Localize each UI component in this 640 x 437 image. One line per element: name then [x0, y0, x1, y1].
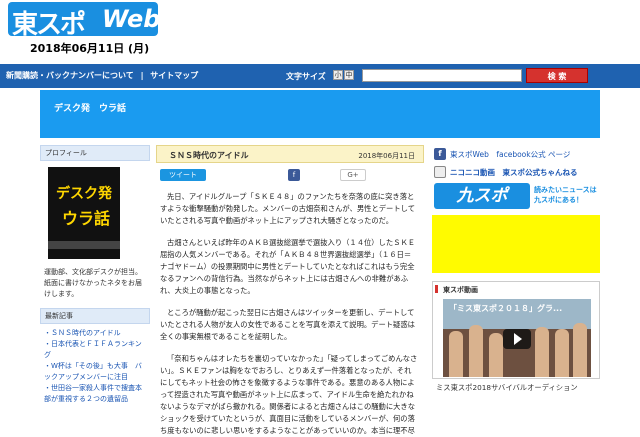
article-title: ＳＮＳ時代のアイドル	[169, 151, 249, 160]
promo-line2: ウラ話	[62, 209, 111, 228]
facebook-share-icon[interactable]: f	[288, 169, 300, 181]
kyuspo-tagline: 読みたいニュースは 九スポにある！	[534, 185, 597, 205]
profile-text: 運動部、文化部デスクが担当。紙面に書けなかったネタをお届けします。	[44, 268, 142, 298]
video-heading-label: 東スポ動画	[443, 286, 478, 294]
thumbnail-figure	[469, 325, 483, 377]
logo-text-jp: 東スポ	[12, 10, 86, 40]
thumbnail-figure	[489, 333, 503, 377]
recent-item[interactable]: ・世田谷一家殺人事件で捜査本部が重視する２つの遺留品	[44, 383, 146, 405]
section-banner: デスク発 ウラ話	[40, 90, 600, 138]
facebook-icon: f	[434, 148, 446, 160]
ad-banner[interactable]	[432, 215, 600, 273]
article-header: ＳＮＳ時代のアイドル 2018年06月11日	[156, 145, 424, 163]
font-size-medium-button[interactable]: 中	[344, 70, 354, 80]
recent-list: ・ＳＮＳ時代のアイドル ・日本代表とＦＩＦＡランキング ・W杯は「その後」も大事…	[40, 324, 150, 405]
search-button[interactable]: 検 索	[526, 68, 588, 83]
kyuspo-tagline-line1: 読みたいニュースは	[534, 186, 597, 194]
tweet-label: ツイート	[169, 171, 197, 179]
google-plus-button[interactable]: G+	[340, 169, 366, 181]
article-paragraph: ところが騒動が起こった翌日に古畑さんはツイッターを更新し、デートしていたとされる…	[160, 308, 415, 341]
heading-accent-bar	[435, 285, 438, 293]
recent-articles: 最新記事 ・ＳＮＳ時代のアイドル ・日本代表とＦＩＦＡランキング ・W杯は「その…	[40, 308, 150, 405]
thumbnail-figure	[573, 323, 587, 377]
tv-icon	[434, 166, 446, 178]
right-sidebar: f 東スポWeb facebook公式 ページ ニコニコ動画 東スポ公式ちゃんね…	[432, 145, 600, 432]
promo-line1: デスク発	[56, 186, 112, 202]
section-title[interactable]: デスク発 ウラ話	[54, 101, 126, 114]
article-paragraph: 「奈和ちゃんはオレたちを裏切っていなかった」「疑ってしまってごめんなさい」。ＳＫ…	[160, 354, 418, 435]
share-bar: ツイート f G+	[156, 167, 424, 185]
video-title: 「ミス東スポ２０１８」グラ...	[449, 304, 563, 313]
nav-bar: 新聞購読・バックナンバーについて | サイトマップ 文字サイズ 小 中 大 検 …	[0, 64, 640, 88]
recent-item[interactable]: ・ＳＮＳ時代のアイドル	[44, 328, 146, 339]
kyuspo-banner[interactable]: 九スポ 読みたいニュースは 九スポにある！	[432, 183, 600, 209]
article-paragraph: 古畑さんといえば昨年のＡＫＢ選抜総選挙で選抜入り（１４位）したＳＫＥ屈指の人気メ…	[160, 238, 416, 295]
search-input[interactable]	[362, 69, 522, 82]
kyuspo-tagline-line2: 九スポにある！	[534, 196, 583, 204]
font-size-small-button[interactable]: 小	[333, 70, 343, 80]
play-icon	[514, 333, 522, 345]
left-sidebar: プロフィール デスク発 ウラ話 運動部、文化部デスクが担当。紙面に書けなかったネ…	[40, 145, 150, 432]
thumbnail-figure	[555, 329, 569, 377]
recent-heading: 最新記事	[40, 308, 150, 324]
video-caption[interactable]: ミス東スポ2018サバイバルオーディション	[432, 383, 600, 393]
nico-channel-link[interactable]: ニコニコ動画 東スポ公式ちゃんねる	[450, 167, 578, 178]
logo-text-web: Web	[102, 5, 161, 33]
thumbnail-figure	[535, 327, 549, 377]
article-body: 先日、アイドルグループ「ＳＫＥ４８」のファンたちを奈落の底に突き落とすような衝撃…	[156, 191, 424, 437]
video-player[interactable]: 「ミス東スポ２０１８」グラ...	[432, 295, 600, 379]
nav-link-sitemap[interactable]: サイトマップ	[150, 71, 198, 80]
kyuspo-logo: 九スポ	[434, 183, 530, 209]
facebook-page-link[interactable]: 東スポWeb facebook公式 ページ	[450, 149, 570, 160]
nav-link-subscription[interactable]: 新聞購読・バックナンバーについて	[6, 71, 134, 80]
promo-bar	[48, 241, 120, 249]
video-heading: 東スポ動画	[432, 281, 600, 295]
nav-links: 新聞購読・バックナンバーについて | サイトマップ	[6, 70, 202, 81]
recent-item[interactable]: ・W杯は「その後」も大事 バックアップメンバーに注目	[44, 361, 146, 383]
facebook-page-link-row[interactable]: f 東スポWeb facebook公式 ページ	[432, 145, 600, 163]
video-thumbnail[interactable]: 「ミス東スポ２０１８」グラ...	[443, 299, 591, 377]
article: ＳＮＳ時代のアイドル 2018年06月11日 ツイート f G+ 先日、アイドル…	[156, 145, 424, 435]
nico-channel-link-row[interactable]: ニコニコ動画 東スポ公式ちゃんねる	[432, 163, 600, 181]
site-logo[interactable]: 東スポ Web	[8, 2, 161, 40]
column-promo-image: デスク発 ウラ話	[48, 167, 120, 259]
recent-item[interactable]: ・日本代表とＦＩＦＡランキング	[44, 339, 146, 361]
header-date: 2018年06月11日 (月)	[30, 42, 150, 55]
tweet-button[interactable]: ツイート	[160, 169, 206, 181]
font-size-label: 文字サイズ	[286, 72, 326, 81]
thumbnail-figure	[449, 331, 463, 377]
article-paragraph: 先日、アイドルグループ「ＳＫＥ４８」のファンたちを奈落の底に突き落とすような衝撃…	[160, 192, 416, 225]
profile-heading: プロフィール	[40, 145, 150, 161]
article-date: 2018年06月11日	[358, 152, 415, 160]
nav-separator: |	[140, 71, 144, 80]
site-header: 東スポ Web 2018年06月11日 (月)	[0, 0, 640, 64]
